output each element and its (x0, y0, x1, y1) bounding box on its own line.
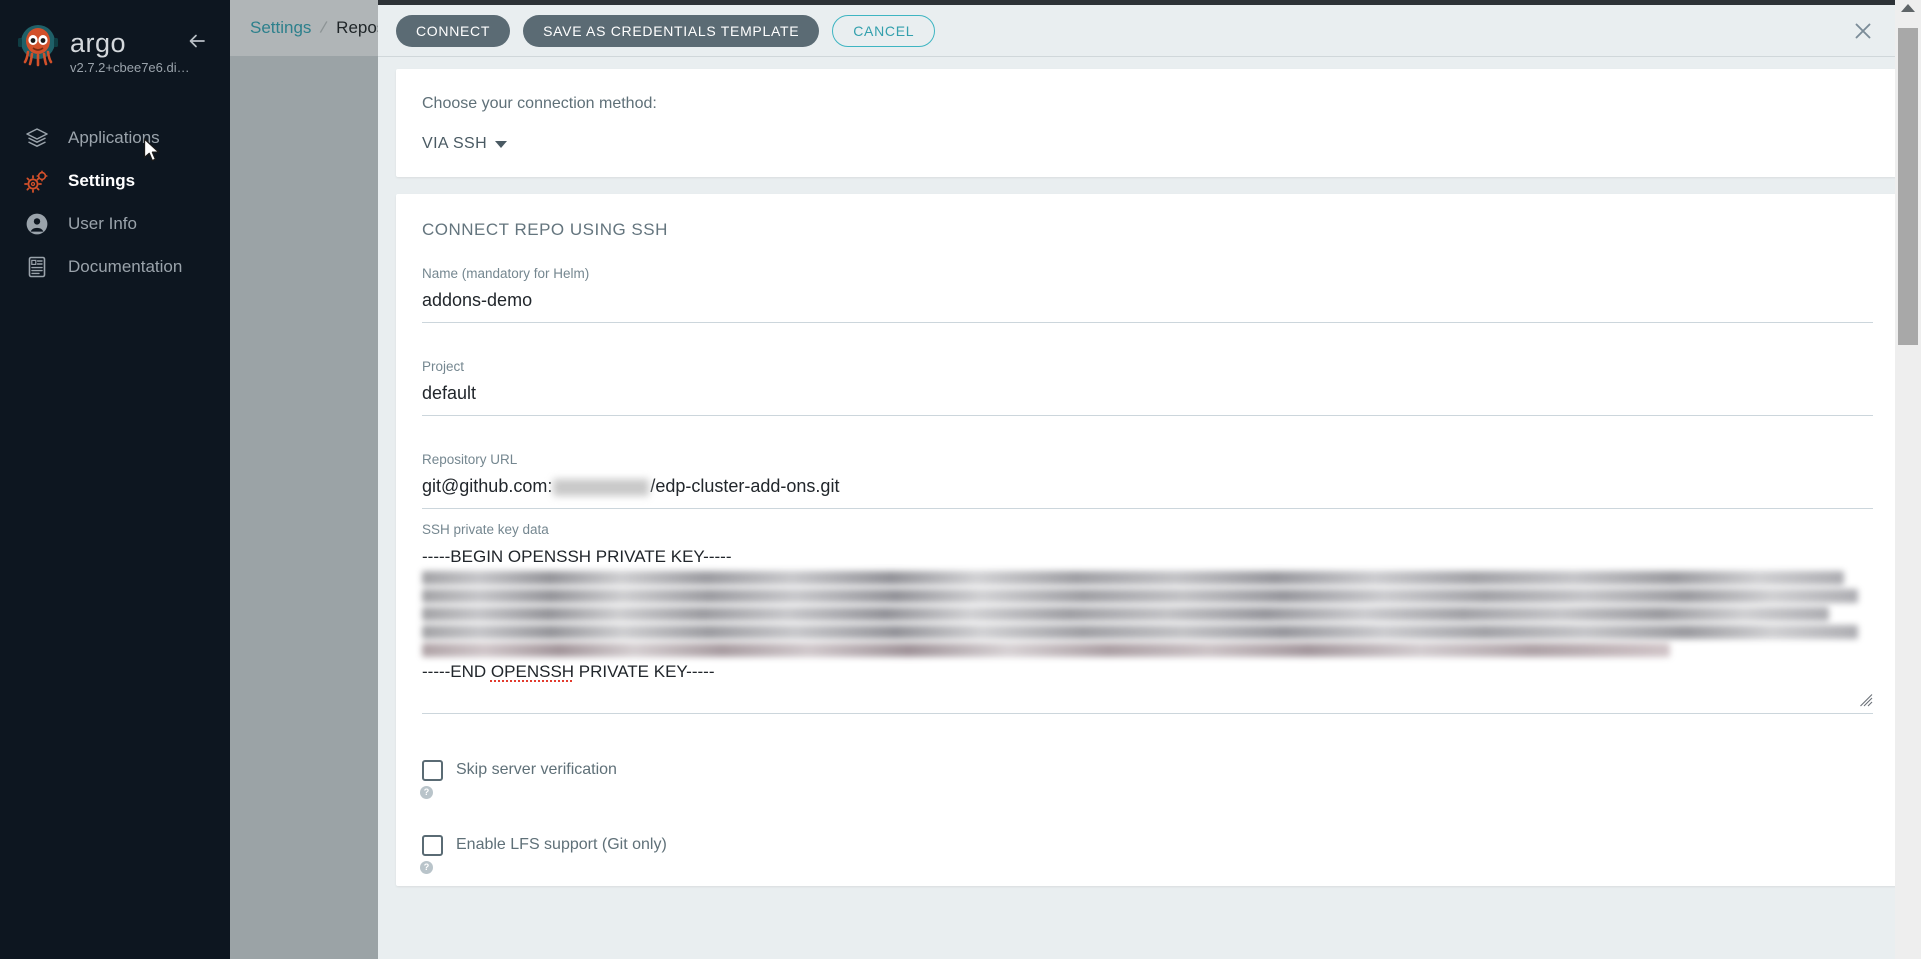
version-label: v2.7.2+cbee7e6.di… (70, 60, 190, 75)
chevron-down-icon (495, 140, 508, 148)
help-circle-icon[interactable]: ? (420, 861, 433, 874)
layers-icon (22, 124, 52, 152)
field-ssh-private-key: SSH private key data -----BEGIN OPENSSH … (422, 522, 1873, 714)
ssh-private-key-textarea[interactable]: -----BEGIN OPENSSH PRIVATE KEY----- ----… (422, 546, 1873, 714)
argo-octopus-logo (15, 22, 61, 68)
field-underline (422, 508, 1873, 509)
field-underline (422, 713, 1873, 714)
enable-lfs-support-checkbox[interactable] (422, 835, 443, 856)
page-scrollbar[interactable] (1895, 0, 1921, 959)
form-section-title: CONNECT REPO USING SSH (422, 220, 668, 239)
end-spell-word: OPENSSH (490, 662, 575, 681)
checkbox-label: Enable LFS support (Git only) (456, 836, 667, 853)
ssh-key-begin-line: -----BEGIN OPENSSH PRIVATE KEY----- (422, 547, 732, 566)
resize-handle-icon[interactable] (1860, 694, 1873, 707)
repo-url-suffix: /edp-cluster-add-ons.git (650, 476, 840, 496)
arrow-left-icon[interactable] (186, 30, 208, 52)
ssh-repo-form-card: CONNECT REPO USING SSH Name (mandatory f… (396, 194, 1899, 886)
sidebar-item-label: Documentation (68, 256, 183, 276)
connection-method-value: VIA SSH (422, 135, 488, 152)
modal-toolbar: CONNECT SAVE AS CREDENTIALS TEMPLATE CAN… (378, 5, 1921, 57)
app-root: argo v2.7.2+cbee7e6.di… Applications Set… (0, 0, 1921, 959)
field-label: Repository URL (422, 452, 518, 467)
end-suffix: PRIVATE KEY----- (574, 662, 715, 681)
redacted-org-name (553, 478, 650, 496)
help-circle-icon[interactable]: ? (420, 786, 433, 799)
book-icon (22, 253, 52, 281)
close-icon[interactable] (1853, 21, 1873, 41)
save-as-credentials-template-button[interactable]: SAVE AS CREDENTIALS TEMPLATE (523, 14, 820, 47)
field-underline (422, 415, 1873, 416)
sidebar-item-applications[interactable]: Applications (0, 116, 230, 159)
project-input[interactable]: default (422, 383, 1873, 415)
field-label: SSH private key data (422, 522, 549, 537)
repo-url-prefix: git@github.com: (422, 476, 553, 496)
field-underline (422, 322, 1873, 323)
skip-server-verification-checkbox[interactable] (422, 760, 443, 781)
sidebar-item-label: Settings (68, 170, 136, 190)
end-prefix: -----END (422, 662, 491, 681)
modal-body: Choose your connection method: VIA SSH C… (378, 57, 1921, 959)
sidebar-nav: Applications Settings User Info Document… (0, 116, 230, 288)
scrollbar-thumb[interactable] (1898, 28, 1918, 345)
choose-connection-method-label: Choose your connection method: (422, 95, 657, 112)
breadcrumb-separator: / (319, 17, 329, 38)
connect-repo-modal: CONNECT SAVE AS CREDENTIALS TEMPLATE CAN… (378, 0, 1921, 959)
sidebar-item-settings[interactable]: Settings (0, 159, 230, 202)
field-project: Project default (422, 359, 1873, 416)
field-name: Name (mandatory for Helm) addons-demo (422, 266, 1873, 323)
sidebar-item-label: User Info (68, 213, 137, 233)
repository-url-input[interactable]: git@github.com: /edp-cluster-add-ons.git (422, 476, 1873, 508)
sidebar-brand: argo v2.7.2+cbee7e6.di… (0, 0, 230, 96)
ssh-key-end-line: -----END OPENSSH PRIVATE KEY----- (422, 661, 1873, 683)
brand-name: argo (70, 28, 127, 58)
cancel-button[interactable]: CANCEL (832, 14, 936, 47)
name-input[interactable]: addons-demo (422, 290, 1873, 322)
connection-method-dropdown[interactable]: VIA SSH (422, 135, 508, 153)
field-label: Name (mandatory for Helm) (422, 266, 590, 281)
checkbox-label: Skip server verification (456, 761, 617, 778)
connect-button[interactable]: CONNECT (396, 14, 511, 47)
gears-icon (22, 167, 52, 195)
checkbox-row-enable-lfs: ? Enable LFS support (Git only) (420, 835, 1873, 874)
field-repository-url: Repository URL git@github.com: /edp-clust… (422, 452, 1873, 509)
scroll-up-arrow-icon[interactable] (1901, 4, 1915, 12)
sidebar-item-user-info[interactable]: User Info (0, 202, 230, 245)
sidebar-item-documentation[interactable]: Documentation (0, 245, 230, 288)
connection-method-card: Choose your connection method: VIA SSH (396, 69, 1899, 177)
redacted-key-body (422, 571, 1873, 657)
user-circle-icon (22, 210, 52, 238)
checkbox-row-skip-server-verification: ? Skip server verification (420, 760, 1873, 799)
field-label: Project (422, 359, 465, 374)
breadcrumb-settings[interactable]: Settings (250, 18, 311, 38)
sidebar: argo v2.7.2+cbee7e6.di… Applications Set… (0, 0, 230, 959)
sidebar-item-label: Applications (68, 127, 160, 147)
